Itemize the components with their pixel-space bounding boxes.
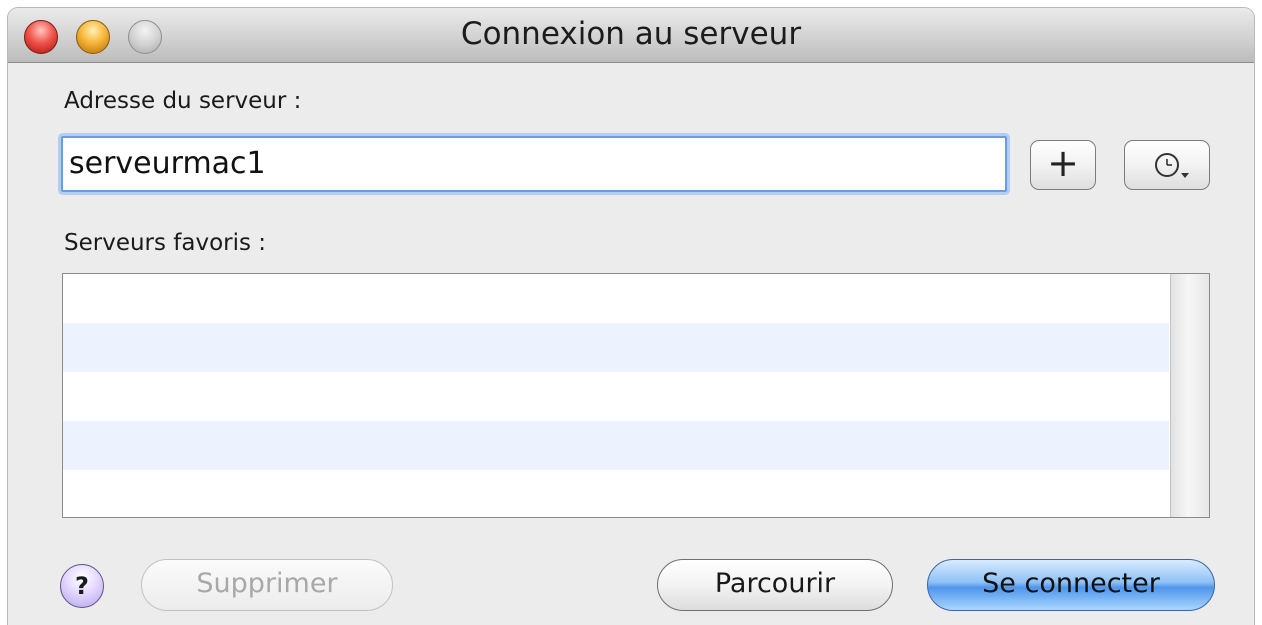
list-row[interactable] [63,470,1169,517]
list-row[interactable] [63,372,1169,421]
title-bar[interactable]: Connexion au serveur [8,8,1254,63]
favorites-label: Serveurs favoris : [64,230,267,256]
server-address-input[interactable]: serveurmac1 [61,136,1007,192]
scrollbar[interactable] [1170,274,1209,517]
add-favorite-button[interactable]: + [1030,140,1096,190]
list-row[interactable] [63,323,1169,372]
list-row[interactable] [63,421,1169,470]
chevron-down-icon [1181,173,1189,178]
connect-button[interactable]: Se connecter [927,559,1215,611]
recent-servers-button[interactable] [1124,140,1210,190]
browse-button[interactable]: Parcourir [657,559,893,611]
connect-to-server-window: Connexion au serveur Adresse du serveur … [8,8,1254,625]
help-button[interactable]: ? [60,564,104,608]
delete-button[interactable]: Supprimer [141,559,393,611]
window-title: Connexion au serveur [460,16,802,52]
address-label: Adresse du serveur : [64,88,302,114]
list-row[interactable] [63,274,1169,323]
clock-icon [1155,153,1189,178]
favorite-servers-list[interactable] [62,273,1210,518]
